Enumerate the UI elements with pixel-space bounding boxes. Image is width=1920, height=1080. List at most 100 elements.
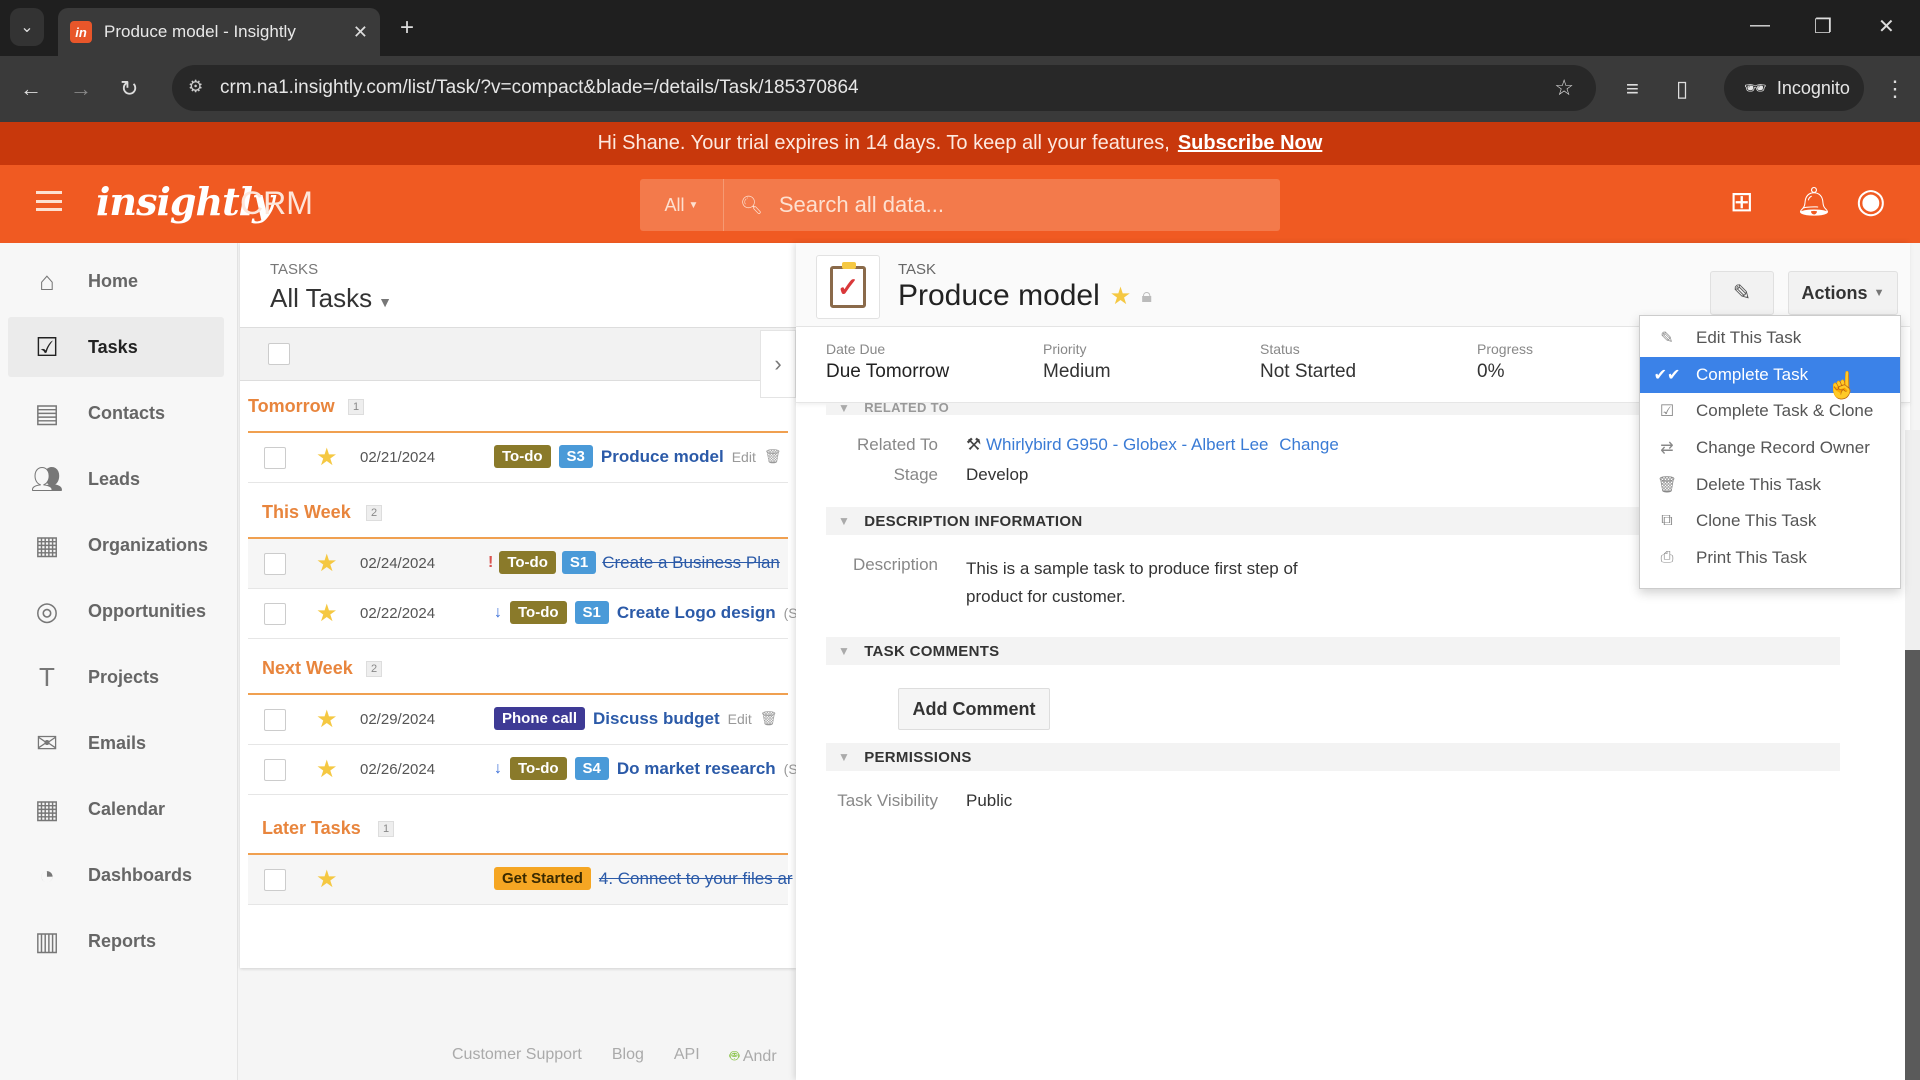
incognito-indicator[interactable]: 🕶 Incognito xyxy=(1724,65,1864,111)
lock-icon[interactable]: 🔒︎ xyxy=(1141,285,1152,308)
side-panel-icon[interactable]: ▯ xyxy=(1676,76,1688,102)
menu-item-complete-clone[interactable]: ☑ Complete Task & Clone xyxy=(1640,393,1900,430)
sidebar-item-opportunities[interactable]: ◎ Opportunities xyxy=(8,581,224,641)
related-record-link[interactable]: Whirlybird G950 - Globex - Albert Lee xyxy=(986,435,1269,454)
task-row[interactable]: ★ Get Started 4. Connect to your files a… xyxy=(248,855,793,905)
task-name-link[interactable]: 4. Connect to your files ar xyxy=(599,869,793,889)
customer-support-link[interactable]: Customer Support xyxy=(452,1046,582,1068)
task-name-link[interactable]: Discuss budget xyxy=(593,709,720,729)
star-icon[interactable]: ★ xyxy=(316,599,338,628)
back-icon[interactable]: ← xyxy=(20,76,42,102)
organizations-icon: ▦ xyxy=(34,529,60,560)
search-scope-dropdown[interactable]: All ▼ xyxy=(640,179,724,231)
sidebar-item-emails[interactable]: ✉ Emails xyxy=(8,713,224,773)
select-all-checkbox[interactable] xyxy=(268,343,290,365)
add-new-icon[interactable]: ⊞ xyxy=(1730,185,1753,218)
edit-link[interactable]: Edit xyxy=(732,449,756,465)
browser-tab[interactable]: in Produce model - Insightly ✕ xyxy=(58,8,380,56)
trash-icon[interactable]: 🗑︎ xyxy=(764,448,782,465)
section-permissions[interactable]: ▼ PERMISSIONS xyxy=(826,743,1840,771)
row-checkbox[interactable] xyxy=(264,603,286,625)
product-name: CRM xyxy=(240,185,313,221)
close-tab-icon[interactable]: ✕ xyxy=(353,22,368,43)
task-name-link[interactable]: Create Logo design xyxy=(617,603,776,623)
window-close-icon[interactable]: ✕ xyxy=(1878,14,1895,39)
menu-item-delete-task[interactable]: 🗑︎ Delete This Task xyxy=(1640,466,1900,503)
user-avatar-icon[interactable]: ◉ xyxy=(1856,181,1886,221)
sidebar-item-projects[interactable]: T Projects xyxy=(8,647,224,707)
task-date: 02/26/2024 xyxy=(360,761,436,778)
forward-icon[interactable]: → xyxy=(70,76,92,102)
edit-task-button[interactable]: ✎ xyxy=(1710,271,1774,315)
tab-search-button[interactable]: ⌄ xyxy=(10,8,44,46)
reload-icon[interactable]: ↻ xyxy=(120,76,138,102)
api-link[interactable]: API xyxy=(674,1046,700,1068)
sidebar-item-calendar[interactable]: ▦ Calendar xyxy=(8,779,224,839)
site-settings-icon[interactable]: ⚙ xyxy=(188,77,203,97)
blog-link[interactable]: Blog xyxy=(612,1046,644,1068)
trash-icon[interactable]: 🗑︎ xyxy=(760,710,778,727)
new-tab-icon[interactable]: + xyxy=(400,14,414,42)
media-control-icon[interactable]: ≡ xyxy=(1626,76,1639,102)
low-priority-arrow-icon: ↓ xyxy=(494,759,502,777)
sidebar-item-reports[interactable]: ▥ Reports xyxy=(8,911,224,971)
menu-item-clone-task[interactable]: ⧉ Clone This Task xyxy=(1640,503,1900,540)
change-link[interactable]: Change xyxy=(1279,435,1339,454)
row-checkbox[interactable] xyxy=(264,709,286,731)
sidebar-item-leads[interactable]: 👥︎ Leads xyxy=(8,449,224,509)
sidebar-item-home[interactable]: ⌂ Home xyxy=(8,251,224,311)
insightly-favicon-icon: in xyxy=(70,21,92,43)
star-icon[interactable]: ★ xyxy=(316,705,338,734)
star-icon[interactable]: ★ xyxy=(316,865,338,894)
task-name-link[interactable]: Do market research xyxy=(617,759,776,779)
bookmark-star-icon[interactable]: ☆ xyxy=(1554,75,1574,101)
actions-dropdown-button[interactable]: Actions ▼ xyxy=(1788,271,1898,315)
android-app-link[interactable]: 🤖︎ Andr xyxy=(730,1046,777,1068)
row-checkbox[interactable] xyxy=(264,447,286,469)
sidebar-item-tasks[interactable]: ☑ Tasks xyxy=(8,317,224,377)
group-name: Tomorrow xyxy=(248,396,335,416)
task-row[interactable]: ★ 02/29/2024 Phone call Discuss budget E… xyxy=(248,695,788,745)
search-input[interactable]: Search all data... xyxy=(779,192,944,218)
edit-link[interactable]: Edit xyxy=(728,711,752,727)
calendar-icon: ▦ xyxy=(34,793,60,824)
global-search: All ▼ 🔍︎ Search all data... xyxy=(640,179,1280,231)
task-row[interactable]: ★ 02/22/2024 ↓ To-do S1 Create Logo desi… xyxy=(248,589,798,639)
caret-down-icon: ▼ xyxy=(688,199,699,211)
star-icon[interactable]: ★ xyxy=(316,755,338,784)
sidebar-item-dashboards[interactable]: ◔ Dashboards xyxy=(8,845,224,905)
restore-icon[interactable]: ❐ xyxy=(1814,14,1832,39)
menu-item-edit-task[interactable]: ✎ Edit This Task xyxy=(1640,320,1900,357)
star-icon[interactable]: ★ xyxy=(1110,282,1132,311)
hamburger-menu-icon[interactable] xyxy=(36,191,62,211)
sidebar-item-label: Opportunities xyxy=(88,600,206,621)
add-comment-button[interactable]: Add Comment xyxy=(898,688,1050,730)
row-checkbox[interactable] xyxy=(264,869,286,891)
task-row[interactable]: ★ 02/21/2024 To-do S3 Produce model Edit… xyxy=(248,433,788,483)
task-name-link[interactable]: Produce model xyxy=(601,447,724,467)
list-view-dropdown[interactable]: All Tasks ▼ xyxy=(270,283,392,314)
menu-item-change-owner[interactable]: ⇄ Change Record Owner xyxy=(1640,430,1900,467)
detail-scrollbar-thumb[interactable] xyxy=(1905,650,1920,1080)
task-name-link[interactable]: Create a Business Plan xyxy=(602,553,780,573)
sidebar-item-organizations[interactable]: ▦ Organizations xyxy=(8,515,224,575)
row-checkbox[interactable] xyxy=(264,553,286,575)
menu-item-complete-task[interactable]: ✔✔ Complete Task xyxy=(1640,356,1900,394)
url-field[interactable]: ⚙ crm.na1.insightly.com/list/Task/?v=com… xyxy=(172,65,1596,111)
collapse-detail-button[interactable]: › xyxy=(760,330,796,398)
section-task-comments[interactable]: ▼ TASK COMMENTS xyxy=(826,637,1840,665)
notifications-bell-icon[interactable]: 🔔︎ xyxy=(1796,185,1832,218)
subscribe-now-link[interactable]: Subscribe Now xyxy=(1178,132,1322,155)
minimize-icon[interactable]: — xyxy=(1750,14,1770,37)
menu-item-print-task[interactable]: ⎙ Print This Task xyxy=(1640,540,1900,577)
high-priority-icon: ! xyxy=(488,553,494,571)
field-label: Status xyxy=(1260,341,1300,357)
star-icon[interactable]: ★ xyxy=(316,549,338,578)
stage-field: Stage Develop xyxy=(796,465,1029,485)
row-checkbox[interactable] xyxy=(264,759,286,781)
browser-menu-icon[interactable]: ⋮ xyxy=(1884,76,1906,102)
task-row[interactable]: ★ 02/26/2024 ↓ To-do S4 Do market resear… xyxy=(248,745,798,795)
task-row[interactable]: ★ 02/24/2024 ! To-do S1 Create a Busines… xyxy=(248,539,788,589)
star-icon[interactable]: ★ xyxy=(316,443,338,472)
sidebar-item-contacts[interactable]: ▤ Contacts xyxy=(8,383,224,443)
